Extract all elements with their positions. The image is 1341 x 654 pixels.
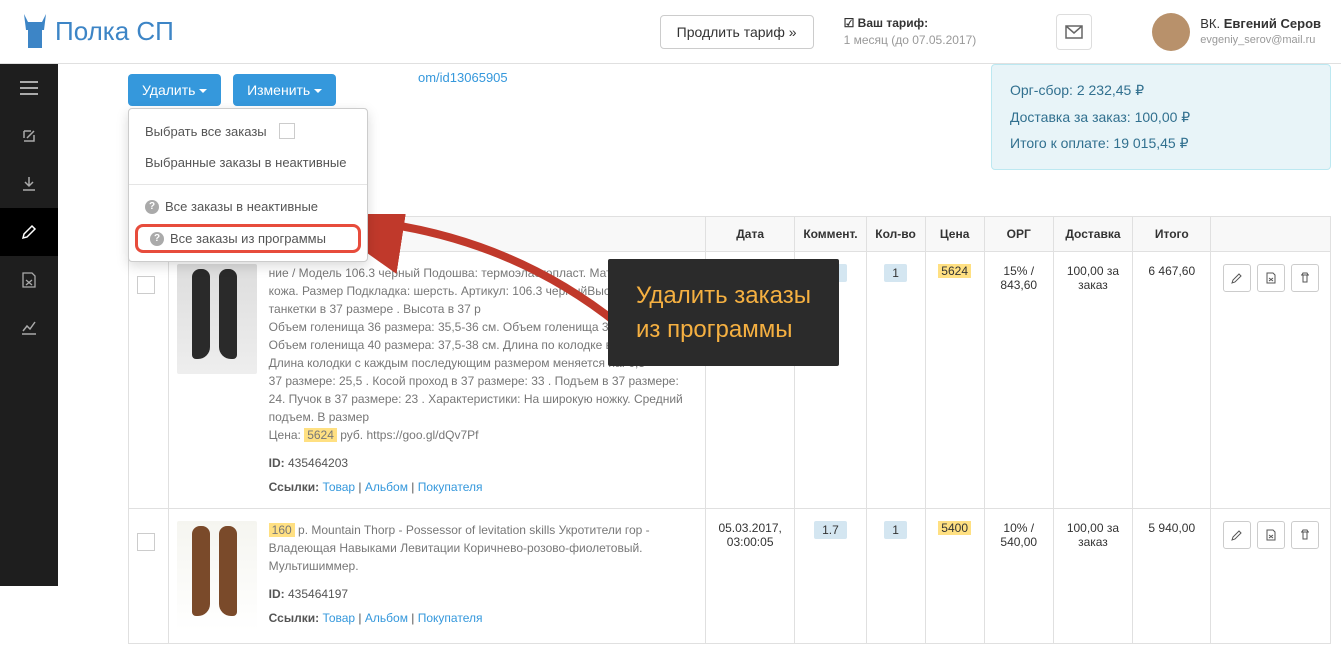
sidebar-menu-toggle[interactable] [0,64,58,112]
sidebar [0,64,58,586]
file-x-icon [22,272,36,288]
extend-tariff-button[interactable]: Продлить тариф » [660,15,814,49]
row-delivery: 100,00 за заказ [1053,252,1132,509]
product-image [177,521,257,631]
row-org: 15% / 843,60 [984,252,1053,509]
delivery-fee: Доставка за заказ: 100,00 ₽ [1010,104,1312,131]
th-org: ОРГ [984,217,1053,252]
album-link[interactable]: Альбом [365,480,408,494]
user-block[interactable]: ВК. Евгений Серов evgeniy_serov@mail.ru [1152,13,1321,51]
pencil-icon [1231,529,1243,541]
th-qty: Кол-во [866,217,925,252]
dropdown-select-all[interactable]: Выбрать все заказы [129,115,367,147]
dropdown-all-inactive[interactable]: ? Все заказы в неактивные [129,191,367,222]
th-delivery: Доставка [1053,217,1132,252]
hamburger-icon [20,81,38,95]
product-link[interactable]: Товар [322,480,355,494]
tariff-value: 1 месяц (до 07.05.2017) [844,32,977,49]
annotation-tooltip: Удалить заказы из программы [608,259,839,366]
product-link[interactable]: Товар [322,611,355,625]
row-delivery: 100,00 за заказ [1053,509,1132,644]
edit-row-button[interactable] [1223,264,1251,292]
file-x-icon [1266,272,1276,284]
tariff-label: ☑ Ваш тариф: [844,15,977,32]
delete-button[interactable]: Удалить [128,74,221,106]
row-price: 5624 [938,264,971,278]
album-link[interactable]: Альбом [365,611,408,625]
th-comment: Коммент. [795,217,866,252]
delete-dropdown: Выбрать все заказы Выбранные заказы в не… [128,108,368,262]
sidebar-chart[interactable] [0,304,58,352]
edit-icon [21,224,37,240]
logo[interactable]: Полка СП [20,12,174,52]
envelope-icon [1065,25,1083,39]
main-content: om/id13065905 Удалить Изменить Выбрать в… [58,64,1341,654]
messages-button[interactable] [1056,14,1092,50]
app-header: Полка СП Продлить тариф » ☑ Ваш тариф: 1… [0,0,1341,64]
th-price: Цена [925,217,984,252]
row-qty[interactable]: 1 [884,521,907,539]
chart-line-icon [21,320,37,336]
trash-icon [1300,529,1310,541]
product-image [177,264,257,374]
download-icon [21,176,37,192]
user-name: ВК. Евгений Серов [1200,16,1321,33]
sidebar-external[interactable] [0,112,58,160]
help-icon: ? [145,200,159,214]
row-total: 5 940,00 [1133,509,1211,644]
change-button[interactable]: Изменить [233,74,336,106]
table-row: 160 р. Mountain Thorp - Possessor of lev… [129,509,1331,644]
avatar [1152,13,1190,51]
trash-icon [1300,272,1310,284]
row-price: 5400 [938,521,971,535]
summary-panel: Орг-сбор: 2 232,45 ₽ Доставка за заказ: … [991,64,1331,170]
delete-row-button[interactable] [1291,521,1319,549]
dropdown-divider [129,184,367,185]
total-due: Итого к оплате: 19 015,45 ₽ [1010,130,1312,157]
row-checkbox[interactable] [137,276,155,294]
org-fee: Орг-сбор: 2 232,45 ₽ [1010,77,1312,104]
logo-text: Полка СП [55,16,174,47]
sidebar-download[interactable] [0,160,58,208]
dropdown-selected-inactive[interactable]: Выбранные заказы в неактивные [129,147,367,178]
row-org: 10% / 540,00 [984,509,1053,644]
th-date: Дата [705,217,794,252]
row-date: 05.03.2017, 03:00:05 [705,509,794,644]
buyer-link[interactable]: Покупателя [418,611,483,625]
cat-logo-icon [20,12,50,52]
sidebar-excel[interactable] [0,256,58,304]
tariff-info: ☑ Ваш тариф: 1 месяц (до 07.05.2017) [844,15,977,49]
select-all-checkbox[interactable] [279,123,295,139]
export-row-button[interactable] [1257,521,1285,549]
user-email: evgeniy_serov@mail.ru [1200,33,1321,47]
row-total: 6 467,60 [1133,252,1211,509]
product-description: 160 р. Mountain Thorp - Possessor of lev… [269,521,697,631]
dropdown-all-from-program[interactable]: ? Все заказы из программы [135,224,361,253]
delete-row-button[interactable] [1291,264,1319,292]
row-checkbox[interactable] [137,533,155,551]
external-link-icon [21,128,37,144]
edit-row-button[interactable] [1223,521,1251,549]
export-row-button[interactable] [1257,264,1285,292]
file-x-icon [1266,529,1276,541]
sidebar-edit[interactable] [0,208,58,256]
help-icon: ? [150,232,164,246]
pencil-icon [1231,272,1243,284]
th-total: Итого [1133,217,1211,252]
extra-link[interactable]: om/id13065905 [418,70,508,85]
row-comment[interactable]: 1.7 [814,521,847,539]
buyer-link[interactable]: Покупателя [418,480,483,494]
row-qty[interactable]: 1 [884,264,907,282]
